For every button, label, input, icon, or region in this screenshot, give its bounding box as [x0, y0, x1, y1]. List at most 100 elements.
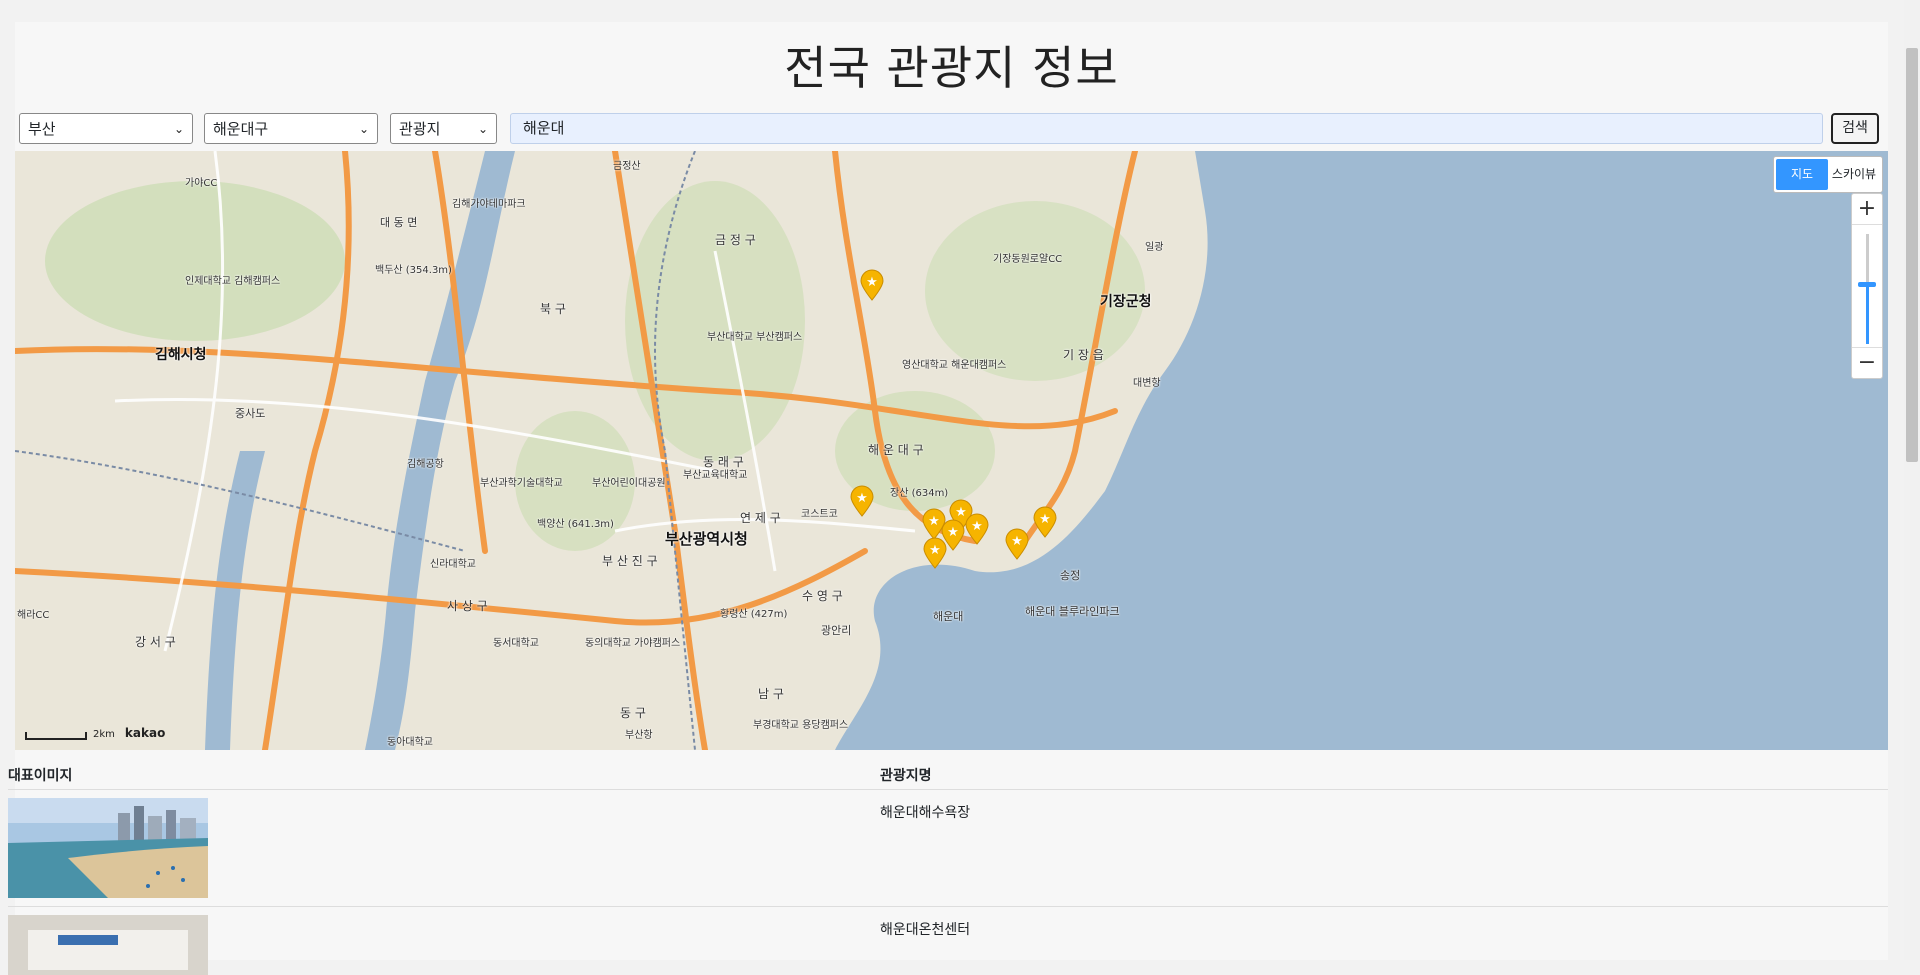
- map-place-label: 동서대학교: [493, 638, 539, 649]
- map-place-label: 해운대 블루라인파크: [1025, 605, 1120, 618]
- kakao-logo[interactable]: kakao: [125, 726, 165, 740]
- map-place-label: 기장동원로얄CC: [993, 254, 1063, 265]
- map-place-label: 부산과학기술대학교: [480, 478, 563, 489]
- search-input[interactable]: 해운대: [510, 113, 1823, 144]
- district-select-value: 해운대구: [213, 120, 269, 138]
- star-marker-icon[interactable]: ★: [922, 537, 948, 569]
- zoom-in-button[interactable]: +: [1852, 194, 1882, 225]
- map-place-label: 기 장 읍: [1063, 348, 1104, 362]
- map-place-label: 영산대학교 해운대캠퍼스: [902, 360, 1007, 371]
- page-title: 전국 관광지 정보: [784, 41, 1119, 95]
- map-place-label: 부산어린이대공원: [592, 478, 666, 489]
- map-place-label: 동 구: [620, 706, 646, 720]
- svg-text:★: ★: [1011, 534, 1023, 549]
- map-place-label: 대변항: [1133, 378, 1161, 389]
- map-place-label: 일광: [1145, 242, 1164, 253]
- maptype-map-button[interactable]: 지도: [1776, 159, 1828, 190]
- maptype-skyview-button[interactable]: 스카이뷰: [1828, 159, 1880, 190]
- map-place-label: 사 상 구: [447, 599, 488, 613]
- map-place-label: 기장군청: [1100, 294, 1152, 310]
- map-place-label: 해 운 대 구: [868, 443, 924, 457]
- west-river: [205, 451, 265, 750]
- map-place-label: 김해공항: [407, 459, 444, 470]
- star-marker-icon[interactable]: ★: [849, 485, 875, 517]
- row-name[interactable]: 해운대온천센터: [880, 919, 970, 939]
- scrollbar-thumb[interactable]: [1906, 48, 1918, 462]
- map-place-label: 금 정 구: [715, 233, 756, 247]
- map-place-label: 남 구: [758, 687, 784, 701]
- map-canvas: [15, 151, 1888, 750]
- map-place-label: 광안리: [821, 624, 852, 637]
- map-place-label: 부산대학교 부산캠퍼스: [707, 332, 803, 343]
- map-place-label: 부 산 진 구: [602, 554, 658, 568]
- map-place-label: 금정산: [613, 161, 641, 172]
- mountain-area: [625, 181, 805, 461]
- table-header: 대표이미지 관광지명: [8, 755, 1888, 790]
- svg-text:★: ★: [866, 275, 878, 290]
- map-place-label: 대 동 면: [380, 216, 418, 229]
- search-button[interactable]: 검색: [1831, 113, 1879, 144]
- scrollbar[interactable]: [1904, 0, 1920, 960]
- scale-label: 2km: [93, 729, 115, 740]
- beach-thumbnail[interactable]: [8, 798, 208, 898]
- map-place-label: 해운대: [933, 610, 964, 623]
- map-place-label: 신라대학교: [430, 559, 476, 570]
- mountain-area: [45, 181, 345, 341]
- map-place-label: 인제대학교 김해캠퍼스: [185, 276, 281, 287]
- zoom-slider-handle[interactable]: [1858, 281, 1876, 287]
- map-place-label: 강 서 구: [135, 635, 176, 649]
- scale-bar: 2km kakao: [25, 726, 165, 740]
- svg-text:★: ★: [929, 543, 941, 558]
- category-select-value: 관광지: [399, 120, 441, 138]
- map-place-label: 부산광역시청: [665, 530, 748, 548]
- table-row[interactable]: 해운대온천센터: [8, 907, 1888, 975]
- svg-text:★: ★: [971, 519, 983, 534]
- chevron-down-icon: ⌄: [477, 121, 488, 136]
- chevron-down-icon: ⌄: [358, 121, 369, 136]
- map-place-label: 중사도: [235, 407, 266, 420]
- map-place-label: 장산 (634m): [890, 488, 949, 499]
- region-select[interactable]: 부산 ⌄: [19, 113, 193, 144]
- spa-thumbnail[interactable]: [8, 915, 208, 975]
- maptype-control: 지도 스카이뷰: [1773, 156, 1883, 193]
- map-place-label: 부산항: [625, 730, 653, 741]
- star-marker-icon[interactable]: ★: [1032, 506, 1058, 538]
- star-marker-icon[interactable]: ★: [1004, 528, 1030, 560]
- row-name[interactable]: 해운대해수욕장: [880, 802, 970, 822]
- map-place-label: 해라CC: [17, 610, 50, 621]
- category-select[interactable]: 관광지 ⌄: [390, 113, 497, 144]
- map-place-label: 코스트코: [801, 509, 838, 520]
- zoom-out-button[interactable]: −: [1852, 347, 1882, 378]
- nakdong-river: [365, 151, 515, 750]
- table-row[interactable]: 해운대해수욕장: [8, 790, 1888, 907]
- district-select[interactable]: 해운대구 ⌄: [204, 113, 378, 144]
- page-container: 전국 관광지 정보 부산 ⌄ 해운대구 ⌄ 관광지 ⌄ 해운대 검색 김해시청 …: [8, 22, 1888, 975]
- header-image: 대표이미지: [8, 768, 73, 784]
- map-place-label: 김해시청: [155, 347, 207, 363]
- map-place-label: 백양산 (641.3m): [537, 519, 614, 530]
- map-place-label: 김해가야테마파크: [452, 199, 526, 210]
- map-place-label: 연 제 구: [740, 511, 781, 525]
- svg-text:★: ★: [947, 525, 959, 540]
- svg-text:★: ★: [856, 491, 868, 506]
- map-place-label: 가야CC: [185, 178, 218, 189]
- map-place-label: 동아대학교: [387, 737, 433, 748]
- zoom-slider-fill: [1866, 283, 1869, 344]
- map-place-label: 수 영 구: [802, 589, 843, 603]
- region-select-value: 부산: [28, 120, 56, 138]
- map-place-label: 부경대학교 용당캠퍼스: [753, 720, 849, 731]
- star-marker-icon[interactable]: ★: [964, 513, 990, 545]
- header-name: 관광지명: [880, 768, 932, 784]
- map-place-label: 황령산 (427m): [720, 609, 788, 620]
- star-marker-icon[interactable]: ★: [859, 269, 885, 301]
- svg-text:★: ★: [928, 514, 940, 529]
- zoom-control: + −: [1851, 193, 1883, 379]
- map-view[interactable]: 김해시청 부산광역시청 기장군청 해운대 송정 해운대 블루라인파크 북 구금 정 구동 래…: [15, 151, 1888, 750]
- chevron-down-icon: ⌄: [173, 121, 184, 136]
- map-place-label: 백두산 (354.3m): [375, 265, 452, 276]
- scale-bar-line: [25, 732, 87, 740]
- svg-text:★: ★: [1039, 512, 1051, 527]
- map-place-label: 북 구: [540, 302, 566, 316]
- map-place-label: 송정: [1060, 569, 1081, 582]
- map-place-label: 부산교육대학교: [683, 470, 748, 481]
